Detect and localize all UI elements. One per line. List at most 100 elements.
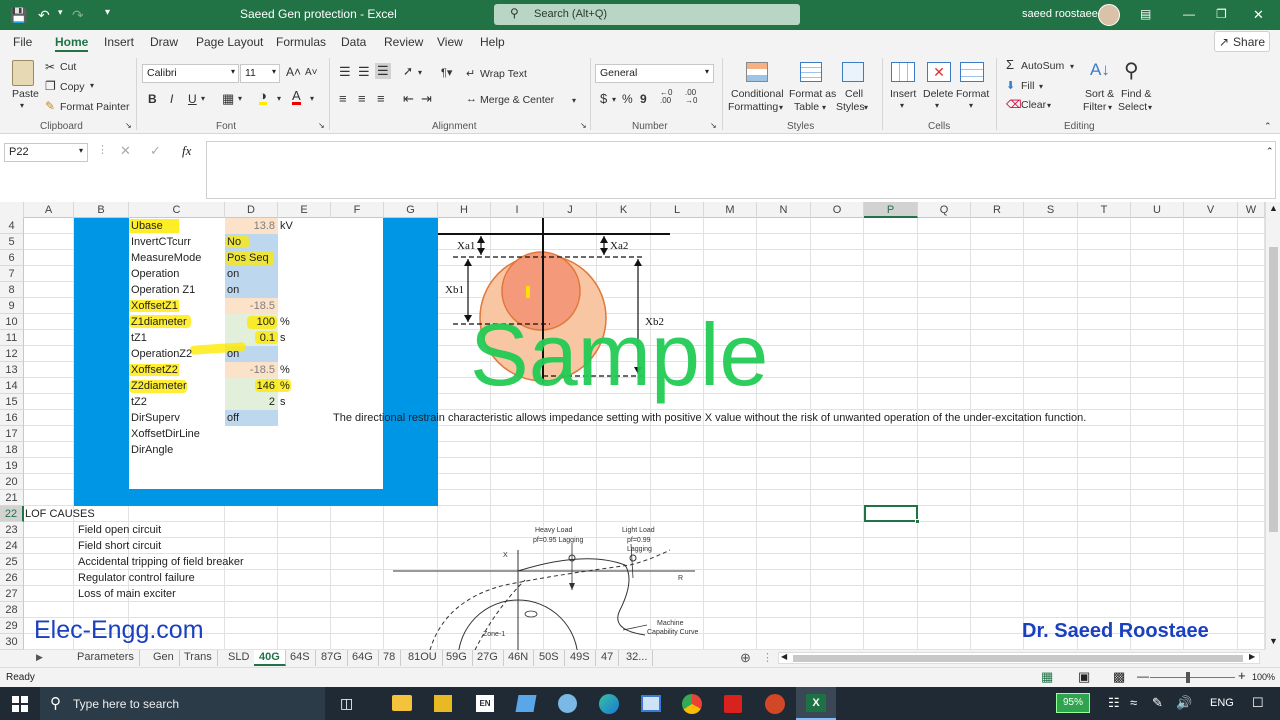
row-header[interactable]: 8 [0,282,24,298]
clipboard-launcher-icon[interactable]: ↘ [125,121,132,130]
currency-dropdown-icon[interactable]: ▾ [612,95,616,104]
currency-button[interactable]: $ [600,91,607,106]
cell-label[interactable]: Cell [845,88,863,100]
formatting-label[interactable]: Formatting [728,101,778,113]
param-value[interactable] [227,426,277,442]
sheet-tab[interactable]: Parameters [72,650,140,666]
column-header[interactable]: Q [918,202,971,218]
param-name[interactable]: Z1diameter [131,314,187,330]
close-icon[interactable]: ✕ [1253,7,1264,23]
row-header[interactable]: 21 [0,490,24,506]
conditional-label[interactable]: Conditional [731,88,784,100]
select-all-corner[interactable] [0,202,24,218]
lof-cause[interactable]: Regulator control failure [78,570,195,586]
format-as-label[interactable]: Format as [789,88,836,100]
wrap-text-button[interactable]: Wrap Text [480,68,527,80]
notepad-app-icon[interactable] [515,695,537,712]
sheet-tab[interactable]: 81OU [403,650,443,666]
row-header[interactable]: 30 [0,634,24,650]
row-header[interactable]: 9 [0,298,24,314]
column-header[interactable]: D [225,202,278,218]
task-view-icon[interactable]: ◫ [340,695,353,712]
collapse-ribbon-icon[interactable]: ⌃ [1264,121,1272,132]
taskbar-search[interactable]: ⚲ Type here to search [40,687,325,720]
scroll-up-icon[interactable]: ▲ [1269,203,1278,213]
merge-center-button[interactable]: Merge & Center [480,94,554,106]
row-header[interactable]: 20 [0,474,24,490]
column-header[interactable]: V [1184,202,1238,218]
param-name[interactable]: Operation Z1 [131,282,195,298]
align-right-icon[interactable]: ≡ [377,91,385,106]
font-name-select[interactable]: Calibri ▾ [142,64,239,83]
bold-button[interactable]: B [148,92,157,106]
acrobat-icon[interactable] [724,695,742,713]
network-icon[interactable]: ☷ [1108,695,1120,711]
row-header[interactable]: 12 [0,346,24,362]
zoom-out-icon[interactable]: — [1137,669,1149,683]
vertical-scrollbar[interactable]: ▲ ▼ [1265,202,1280,650]
param-unit[interactable]: % [280,378,290,394]
page-layout-icon[interactable]: ▣ [1078,669,1090,685]
powerpoint-icon[interactable] [765,694,785,714]
tab-insert[interactable]: Insert [104,35,134,49]
param-value[interactable]: 13.8 [225,218,275,234]
param-name[interactable]: Operation [131,266,179,282]
paste-dropdown-icon[interactable]: ▾ [20,101,24,110]
find-icon[interactable]: ⚲ [1124,58,1139,83]
sheet-tab[interactable]: Trans [179,650,218,666]
customize-qat-icon[interactable]: ▾ [105,7,110,18]
param-name[interactable]: InvertCTcurr [131,234,191,250]
column-header[interactable]: K [597,202,651,218]
column-header[interactable]: A [24,202,74,218]
insert-dropdown-icon[interactable]: ▾ [900,101,904,110]
row-header[interactable]: 5 [0,234,24,250]
increase-decimal-icon[interactable]: ←0.00 [660,89,672,105]
sheet-tab[interactable]: 49S [565,650,596,666]
sheet-tab[interactable]: 50S [534,650,565,666]
column-header[interactable]: I [491,202,544,218]
column-header[interactable]: J [544,202,597,218]
note-text[interactable]: The directional restrain characteristic … [333,410,1086,426]
param-name[interactable]: DirSuperv [131,410,180,426]
row-header[interactable]: 28 [0,602,24,618]
param-name[interactable]: tZ2 [131,394,147,410]
lof-cause[interactable]: Loss of main exciter [78,586,176,602]
param-value[interactable]: -18.5 [225,298,275,314]
orientation-dropdown-icon[interactable]: ▾ [418,68,422,77]
param-value[interactable]: -18.5 [225,362,275,378]
copy-dropdown-icon[interactable]: ▾ [90,81,94,90]
row-header[interactable]: 26 [0,570,24,586]
cut-button[interactable]: Cut [60,61,76,73]
decrease-font-icon[interactable]: A˅ [305,67,318,78]
format-as-table-icon[interactable] [800,62,822,82]
scroll-thumb[interactable] [1269,247,1278,532]
row-header[interactable]: 24 [0,538,24,554]
column-header[interactable]: H [438,202,491,218]
zoom-slider[interactable] [1150,677,1235,678]
zoom-in-icon[interactable]: + [1238,668,1246,683]
wifi-icon[interactable]: ≈ [1130,695,1137,710]
align-left-icon[interactable]: ≡ [339,91,347,106]
find-label[interactable]: Find & [1121,88,1151,100]
param-unit[interactable]: kV [280,218,293,234]
tab-data[interactable]: Data [341,35,366,49]
align-middle-icon[interactable]: ☰ [358,64,370,80]
param-value[interactable] [227,442,277,458]
delete-dropdown-icon[interactable]: ▾ [935,101,939,110]
row-header[interactable]: 13 [0,362,24,378]
param-value[interactable]: Pos Seq [227,250,277,266]
windows-start-icon[interactable] [12,696,28,712]
column-header[interactable]: L [651,202,704,218]
row-header[interactable]: 4 [0,218,24,234]
sheet-tab[interactable]: 59G [441,650,473,666]
clear-button[interactable]: Clear [1021,99,1046,111]
zoom-slider-thumb[interactable] [1186,672,1190,683]
decrease-indent-icon[interactable]: ⇤ [403,91,414,107]
column-header[interactable]: U [1131,202,1184,218]
tab-draw[interactable]: Draw [150,35,178,49]
column-header[interactable]: E [278,202,331,218]
undo-icon[interactable]: ↶ [38,7,50,24]
paste-icon[interactable] [12,60,34,86]
rtl-icon[interactable]: ¶▾ [441,66,452,79]
row-header[interactable]: 14 [0,378,24,394]
